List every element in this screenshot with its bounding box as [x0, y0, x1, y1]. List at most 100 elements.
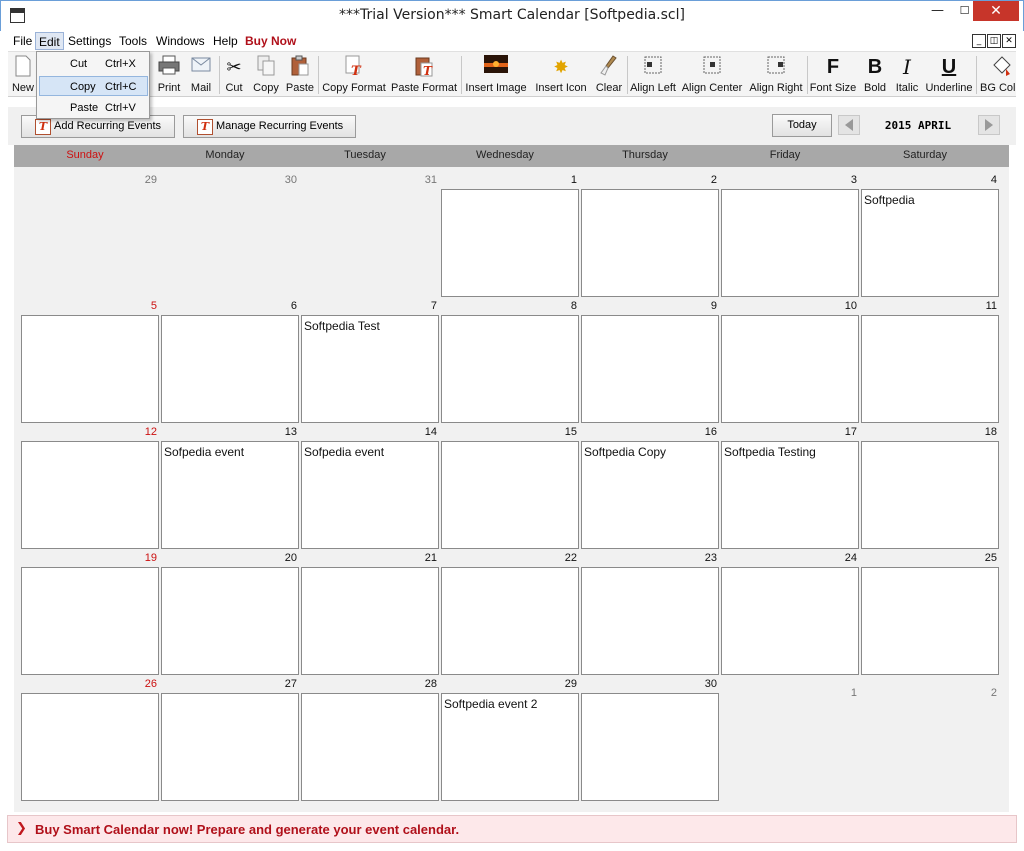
day-cell[interactable]	[721, 189, 859, 297]
mdi-restore-icon[interactable]: ◫	[987, 34, 1001, 48]
align-center-button[interactable]: Align Center	[681, 52, 743, 96]
bold-button[interactable]: B Bold	[860, 52, 890, 96]
event-text[interactable]: Softpedia	[864, 193, 915, 207]
day-number: 8	[570, 300, 577, 312]
weekday-monday: Monday	[205, 149, 245, 161]
day-cell[interactable]	[21, 693, 159, 801]
day-number: 4	[990, 174, 997, 186]
event-text[interactable]: Softpedia event 2	[444, 697, 537, 711]
cut-button[interactable]: ✂ Cut	[220, 52, 248, 96]
underline-button[interactable]: U Underline	[923, 52, 975, 96]
next-month-button[interactable]	[978, 115, 1000, 135]
day-cell[interactable]	[861, 441, 999, 549]
day-number: 29	[144, 174, 157, 186]
day-number: 19	[144, 552, 157, 564]
svg-text:T: T	[351, 64, 362, 77]
font-size-button[interactable]: F Font Size	[808, 52, 858, 96]
promo-banner[interactable]: ❯ Buy Smart Calendar now! Prepare and ge…	[7, 815, 1017, 843]
event-text[interactable]: Softpedia Testing	[724, 445, 816, 459]
insert-icon-button[interactable]: ✸ Insert Icon	[533, 52, 589, 96]
new-button[interactable]: New	[8, 52, 38, 96]
day-cell[interactable]	[441, 567, 579, 675]
day-cell[interactable]	[581, 189, 719, 297]
day-cell[interactable]	[301, 693, 439, 801]
menu-windows[interactable]: Windows	[153, 32, 208, 50]
day-cell[interactable]	[861, 315, 999, 423]
printer-icon	[157, 55, 181, 79]
menu-help[interactable]: Help	[210, 32, 241, 50]
event-text[interactable]: Sofpedia event	[164, 445, 244, 459]
mdi-close-icon[interactable]: ✕	[1002, 34, 1016, 48]
event-text[interactable]: Softpedia Copy	[584, 445, 666, 459]
day-cell[interactable]	[301, 567, 439, 675]
menu-file[interactable]: File	[10, 32, 35, 50]
day-cell[interactable]	[861, 567, 999, 675]
previous-month-button[interactable]	[838, 115, 860, 135]
day-cell[interactable]: Softpedia Copy	[581, 441, 719, 549]
menu-buy-now[interactable]: Buy Now	[242, 32, 299, 50]
day-cell[interactable]	[161, 693, 299, 801]
align-right-button[interactable]: Align Right	[748, 52, 804, 96]
copy-format-label: Copy Format	[322, 82, 386, 94]
edit-menu-cut[interactable]: Cut Ctrl+X	[39, 54, 148, 74]
menu-tools[interactable]: Tools	[116, 32, 150, 50]
edit-menu-cut-label: Cut	[70, 58, 88, 70]
day-cell[interactable]	[721, 567, 859, 675]
weekday-friday: Friday	[769, 149, 801, 161]
day-cell[interactable]	[441, 315, 579, 423]
event-text[interactable]: Sofpedia event	[304, 445, 384, 459]
day-cell[interactable]	[721, 315, 859, 423]
day-number: 16	[704, 426, 717, 438]
edit-menu-copy[interactable]: Copy Ctrl+C	[39, 76, 148, 96]
insert-image-button[interactable]: Insert Image	[463, 52, 529, 96]
edit-menu-copy-shortcut: Ctrl+C	[105, 81, 137, 93]
font-size-label: Font Size	[809, 82, 857, 94]
copy-format-button[interactable]: T Copy Format	[320, 52, 388, 96]
weekday-saturday: Saturday	[902, 149, 948, 161]
day-cell[interactable]	[161, 315, 299, 423]
add-recurring-events-label: Add Recurring Events	[54, 120, 161, 132]
align-center-icon	[700, 55, 724, 79]
day-cell[interactable]: Sofpedia event	[301, 441, 439, 549]
align-right-label: Align Right	[749, 82, 803, 94]
day-cell[interactable]	[161, 567, 299, 675]
paste-format-button[interactable]: T Paste Format	[391, 52, 457, 96]
italic-button[interactable]: I Italic	[893, 52, 921, 96]
day-cell[interactable]	[581, 315, 719, 423]
copy-button[interactable]: Copy	[250, 52, 282, 96]
brush-icon	[597, 55, 621, 79]
day-cell[interactable]: Sofpedia event	[161, 441, 299, 549]
mail-button[interactable]: Mail	[186, 52, 216, 96]
day-cell[interactable]: Softpedia Testing	[721, 441, 859, 549]
day-cell[interactable]	[441, 441, 579, 549]
day-cell[interactable]: Softpedia	[861, 189, 999, 297]
paste-button[interactable]: Paste	[283, 52, 317, 96]
day-cell[interactable]	[441, 189, 579, 297]
day-cell[interactable]: Softpedia event 2	[441, 693, 579, 801]
day-cell[interactable]: Softpedia Test	[301, 315, 439, 423]
minimize-button[interactable]: —	[924, 1, 951, 21]
edit-menu-paste[interactable]: Paste Ctrl+V	[39, 98, 148, 118]
bg-color-button[interactable]: BG Colo	[978, 52, 1016, 96]
day-number: 27	[284, 678, 297, 690]
menu-edit[interactable]: Edit	[35, 32, 64, 50]
align-left-button[interactable]: Align Left	[628, 52, 678, 96]
day-cell[interactable]	[21, 441, 159, 549]
day-cell[interactable]	[21, 315, 159, 423]
bold-label: Bold	[863, 82, 887, 94]
menu-settings[interactable]: Settings	[65, 32, 114, 50]
day-cell[interactable]	[581, 567, 719, 675]
weekday-thursday: Thursday	[622, 149, 668, 161]
event-text[interactable]: Softpedia Test	[304, 319, 380, 333]
day-cell[interactable]	[21, 567, 159, 675]
recurring-event-icon: T	[35, 119, 51, 135]
today-button[interactable]: Today	[772, 114, 832, 137]
print-button[interactable]: Print	[153, 52, 185, 96]
mdi-minimize-icon[interactable]: _	[972, 34, 986, 48]
day-number: 18	[984, 426, 997, 438]
manage-recurring-events-button[interactable]: T Manage Recurring Events	[183, 115, 356, 138]
clear-button[interactable]: Clear	[594, 52, 624, 96]
close-button[interactable]: ✕	[973, 1, 1019, 21]
day-cell[interactable]	[581, 693, 719, 801]
toolbar-separator	[461, 56, 462, 94]
